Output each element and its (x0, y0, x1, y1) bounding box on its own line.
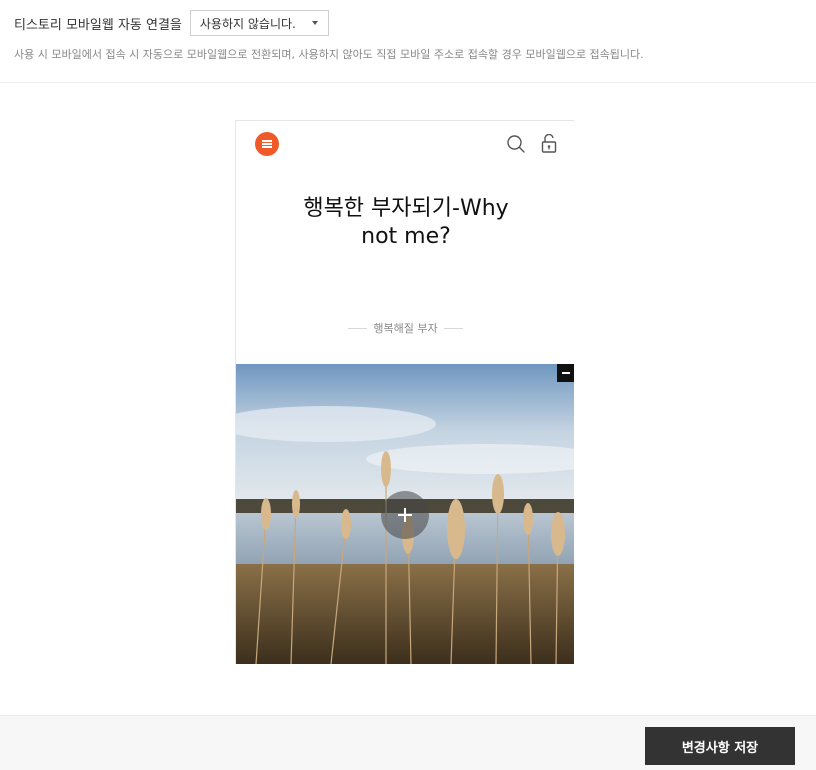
lock-icon[interactable] (540, 134, 558, 154)
mobile-web-select[interactable]: 사용하지 않습니다. (189, 10, 329, 36)
mobile-web-setting-label: 티스토리 모바일웹 자동 연결을 (14, 17, 182, 33)
blog-title-line2: not me? (361, 224, 451, 249)
mobile-web-select-value: 사용하지 않습니다. (199, 16, 296, 31)
blog-subtitle: 행복해질 부자 (373, 322, 438, 335)
minus-icon[interactable] (557, 364, 574, 382)
plus-icon[interactable] (381, 491, 429, 539)
search-icon[interactable] (506, 134, 526, 154)
blog-title: 행복한 부자되기-Why not me? (276, 195, 536, 251)
blog-title-line1: 행복한 부자되기-Why (303, 196, 509, 221)
mobile-preview: 행복한 부자되기-Why not me? 행복해질 부자 (235, 120, 574, 664)
cover-image (236, 364, 574, 664)
mobile-web-setting-row: 티스토리 모바일웹 자동 연결을 사용하지 않습니다. (14, 10, 329, 36)
divider (0, 82, 816, 83)
blog-subtitle-row: 행복해질 부자 (236, 320, 574, 336)
setting-description: 사용 시 모바일에서 접속 시 자동으로 모바일웹으로 전환되며, 사용하지 않… (14, 48, 644, 61)
chevron-down-icon (311, 21, 318, 25)
subtitle-line-right (443, 327, 463, 329)
menu-icon[interactable] (255, 132, 279, 156)
subtitle-line-left (348, 327, 368, 329)
save-button[interactable]: 변경사항 저장 (645, 727, 795, 765)
